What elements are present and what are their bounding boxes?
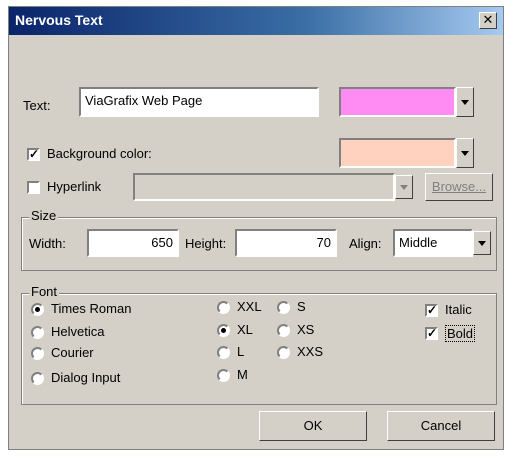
font-size-radio-l[interactable] (217, 346, 230, 359)
height-label: Height: (185, 236, 227, 251)
width-input[interactable]: 650 (87, 229, 179, 257)
font-family-radio-helvetica[interactable] (31, 326, 44, 339)
align-label: Align: (349, 236, 382, 251)
hyperlink-dropdown-icon[interactable] (395, 175, 413, 199)
font-family-label: Dialog Input (51, 370, 121, 385)
font-family-radio-courier[interactable] (31, 347, 44, 360)
italic-label: Italic (445, 302, 472, 317)
font-size-radio-xxs[interactable] (277, 346, 290, 359)
dialog-title: Nervous Text (15, 12, 103, 28)
width-label: Width: (29, 236, 66, 251)
font-size-label: XS (297, 322, 315, 337)
align-dropdown-icon[interactable] (473, 231, 491, 255)
align-select[interactable]: Middle (393, 229, 473, 257)
nervous-text-dialog: Nervous Text ✕ Text: ViaGrafix Web Page … (8, 6, 504, 450)
font-size-label: XXS (297, 344, 324, 359)
background-color-label: Background color: (47, 146, 152, 161)
font-size-radio-xl[interactable] (217, 324, 230, 337)
font-size-label: M (237, 367, 248, 382)
font-size-label: XXL (237, 299, 262, 314)
close-icon[interactable]: ✕ (479, 12, 497, 29)
background-color-dropdown-icon[interactable] (456, 138, 474, 168)
font-family-label: Times Roman (51, 301, 132, 316)
font-family-label: Courier (51, 345, 94, 360)
font-family-label: Helvetica (51, 324, 105, 339)
hyperlink-checkbox[interactable] (27, 181, 40, 194)
font-size-radio-xxl[interactable] (217, 301, 230, 314)
background-color-checkbox[interactable]: ✓ (27, 148, 40, 161)
font-family-radio-times-roman[interactable] (31, 303, 44, 316)
ok-button[interactable]: OK (259, 411, 367, 441)
title-bar[interactable]: Nervous Text ✕ (9, 7, 503, 35)
bold-checkbox[interactable]: ✓ (425, 327, 438, 340)
hyperlink-input[interactable] (133, 173, 395, 201)
text-label: Text: (23, 98, 51, 113)
size-legend: Size (29, 208, 59, 223)
text-input[interactable]: ViaGrafix Web Page (79, 87, 319, 117)
italic-checkbox[interactable]: ✓ (425, 304, 438, 317)
font-size-label: L (237, 344, 245, 359)
font-size-radio-m[interactable] (217, 369, 230, 382)
height-input[interactable]: 70 (235, 229, 337, 257)
text-color-dropdown-icon[interactable] (456, 87, 474, 117)
background-color-swatch[interactable] (339, 138, 456, 168)
font-legend: Font (29, 284, 60, 299)
background-checkmark: ✓ (29, 147, 40, 161)
text-color-swatch[interactable] (339, 87, 456, 117)
bold-label: Bold (445, 325, 476, 342)
font-size-radio-xs[interactable] (277, 324, 290, 337)
browse-button[interactable]: Browse... (425, 173, 493, 201)
font-size-label: S (297, 299, 306, 314)
cancel-button[interactable]: Cancel (387, 411, 495, 441)
hyperlink-label: Hyperlink (47, 179, 102, 194)
font-family-radio-dialog-input[interactable] (31, 372, 44, 385)
font-size-label: XL (237, 322, 253, 337)
font-size-radio-s[interactable] (277, 301, 290, 314)
